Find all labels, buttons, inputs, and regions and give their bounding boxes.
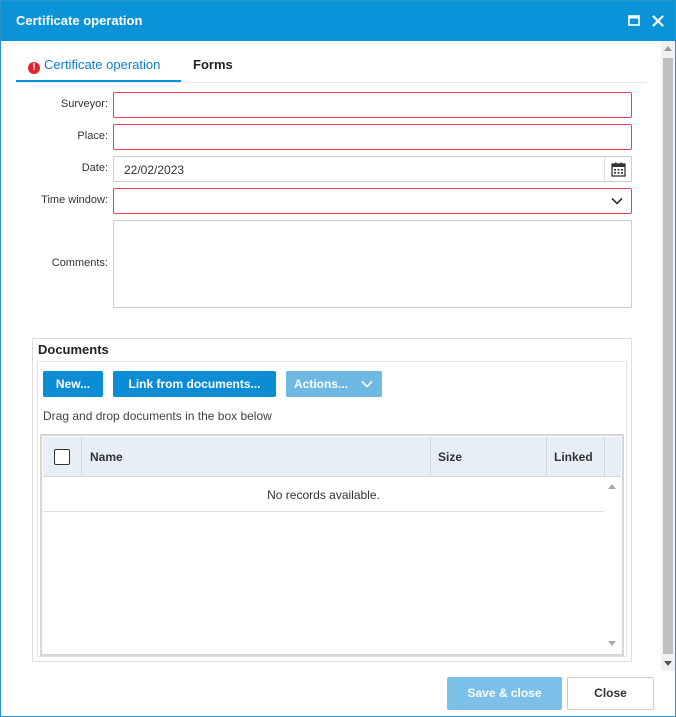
window-title: Certificate operation (16, 13, 143, 28)
column-header-linked[interactable]: Linked (554, 450, 593, 464)
titlebar: Certificate operation (1, 1, 675, 41)
time-window-label: Time window: (41, 194, 108, 206)
dialog-content: ! Certificate operation Forms Surveyor: P… (1, 41, 661, 673)
documents-container: New... Link from documents... Actions...… (37, 361, 627, 657)
tab-certificate-operation-label: Certificate operation (44, 57, 161, 72)
certificate-operation-dialog: Certificate operation ! Certificate opera… (0, 0, 676, 717)
documents-panel: Documents New... Link from documents... … (32, 338, 632, 662)
tab-certificate-operation[interactable]: ! Certificate operation (16, 53, 181, 82)
new-document-button[interactable]: New... (43, 371, 103, 397)
place-label: Place: (77, 130, 108, 142)
column-header-size[interactable]: Size (438, 450, 462, 464)
calendar-icon (611, 162, 626, 177)
save-and-close-button[interactable]: Save & close (447, 677, 562, 710)
maximize-icon[interactable] (625, 12, 643, 30)
documents-title: Documents (38, 342, 109, 357)
select-all-checkbox[interactable] (54, 449, 70, 465)
dialog-scrollbar[interactable] (661, 41, 675, 671)
tab-strip: ! Certificate operation Forms (16, 53, 646, 83)
scroll-down-arrow-icon[interactable] (608, 641, 616, 646)
error-icon: ! (28, 62, 40, 74)
actions-button[interactable]: Actions... (286, 371, 382, 397)
scrollbar-thumb[interactable] (663, 58, 673, 654)
column-divider (430, 437, 431, 477)
close-button[interactable]: Close (567, 677, 654, 710)
place-input[interactable] (113, 124, 632, 150)
actions-label: Actions... (294, 377, 349, 391)
chevron-down-icon (611, 197, 623, 205)
column-divider (81, 437, 82, 477)
tab-forms[interactable]: Forms (193, 53, 243, 82)
scroll-up-arrow-icon[interactable] (664, 46, 672, 51)
surveyor-label: Surveyor: (60, 98, 108, 110)
chevron-down-icon (361, 380, 373, 388)
comments-label: Comments: (51, 257, 108, 269)
time-window-select[interactable] (113, 188, 632, 214)
close-icon[interactable] (649, 12, 667, 30)
documents-grid[interactable]: Name Size Linked No records available. (40, 434, 624, 656)
column-divider (604, 437, 605, 477)
empty-grid-message: No records available. (43, 478, 604, 512)
grid-scrollbar[interactable] (605, 478, 620, 652)
date-label: Date: (81, 162, 108, 174)
scroll-down-arrow-icon[interactable] (664, 661, 672, 666)
date-input[interactable]: 22/02/2023 (113, 156, 632, 182)
surveyor-input[interactable] (113, 92, 632, 118)
link-from-documents-button[interactable]: Link from documents... (113, 371, 276, 397)
column-header-name[interactable]: Name (90, 450, 123, 464)
tab-forms-label: Forms (193, 57, 233, 72)
calendar-button[interactable] (604, 157, 631, 181)
column-divider (546, 437, 547, 477)
comments-textarea[interactable] (113, 220, 632, 308)
date-value: 22/02/2023 (124, 163, 185, 177)
grid-header: Name Size Linked (43, 437, 621, 477)
scroll-up-arrow-icon[interactable] (608, 484, 616, 489)
drag-drop-hint: Drag and drop documents in the box below (43, 409, 272, 423)
